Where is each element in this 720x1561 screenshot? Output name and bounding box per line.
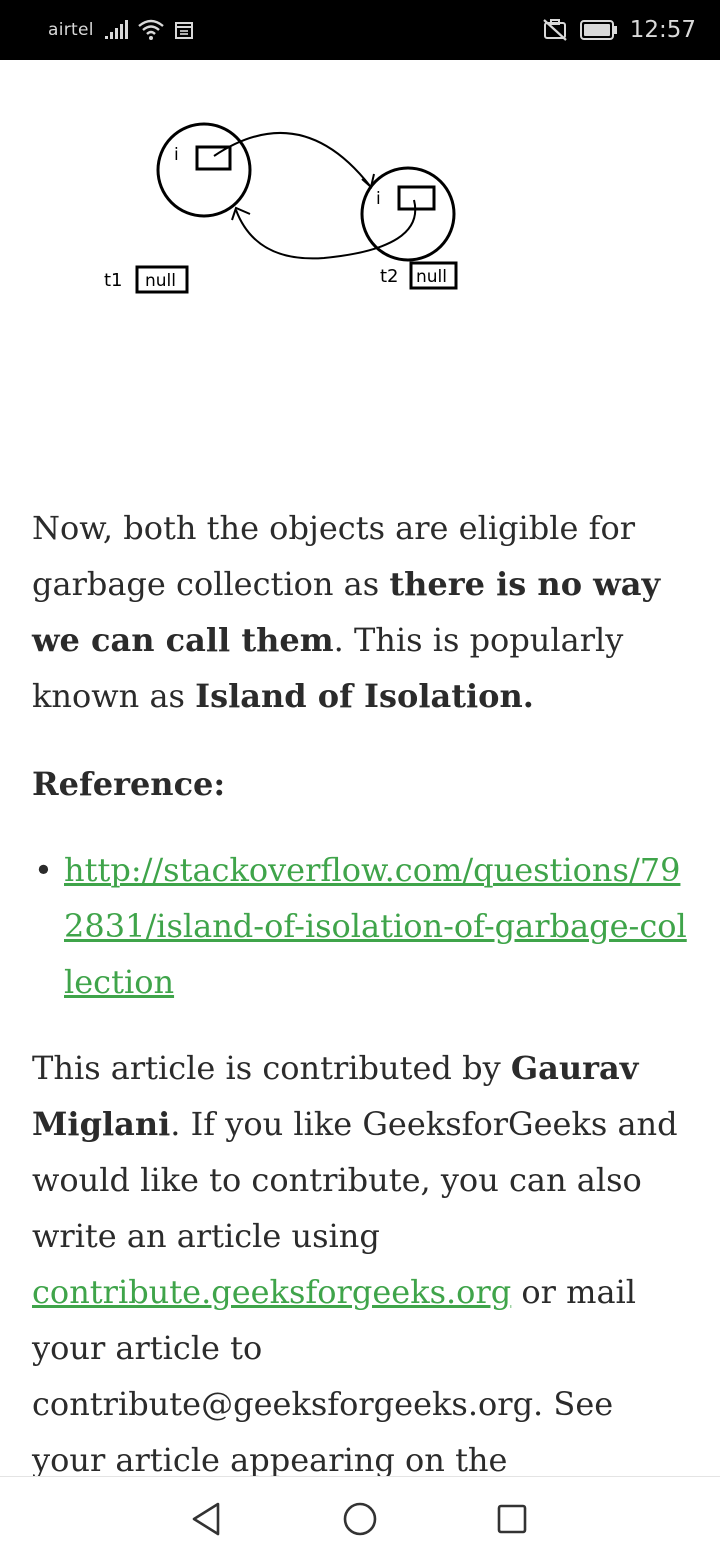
t2-label: t2 [380, 266, 399, 287]
arrowhead-2 [231, 206, 251, 221]
reference-list-item: • http://stackoverflow.com/questions/792… [32, 842, 692, 1010]
object2-field-box [397, 185, 436, 211]
object2-circle [360, 166, 456, 262]
navigation-bar [0, 1476, 720, 1561]
recents-icon [497, 1504, 527, 1534]
arrowhead-1 [361, 173, 375, 189]
reference-heading: Reference: [32, 756, 692, 812]
contribute-link[interactable]: contribute.geeksforgeeks.org [32, 1273, 511, 1311]
battery-icon [579, 20, 618, 40]
stackoverflow-reference-link[interactable]: http://stackoverflow.com/questions/79283… [64, 851, 687, 1001]
object2-field-label: i [376, 189, 381, 209]
back-button[interactable] [184, 1497, 228, 1541]
status-bar: airtel 12:57 [0, 0, 720, 60]
text-span: This article is contributed by [32, 1049, 511, 1087]
reference-arrow-2 [235, 199, 417, 260]
recents-button[interactable] [490, 1497, 534, 1541]
t2-value: null [416, 267, 447, 287]
bold-text-island-of-isolation: Island of Isolation. [195, 677, 534, 715]
t1-value: null [145, 271, 176, 291]
t2-reference: t2 null [380, 261, 458, 290]
bullet-icon: • [34, 851, 53, 889]
home-icon [343, 1502, 377, 1536]
carrier-name: airtel [48, 20, 94, 40]
no-sim-icon [542, 18, 568, 42]
t1-label: t1 [104, 270, 123, 291]
article-content[interactable]: i i t1 null t2 null Now, both the object… [0, 60, 720, 1476]
object1-field-label: i [174, 145, 179, 165]
wifi-icon [138, 19, 164, 41]
home-button[interactable] [338, 1497, 382, 1541]
signal-icon [104, 20, 128, 40]
clock: 12:57 [629, 17, 696, 43]
reference-heading-text: Reference: [32, 765, 226, 803]
calendar-icon [174, 20, 194, 40]
paragraph-contribution: This article is contributed by Gaurav Mi… [32, 1040, 692, 1476]
reference-arrow-1 [213, 131, 371, 187]
back-icon [192, 1502, 220, 1536]
paragraph-island-of-isolation: Now, both the objects are eligible for g… [32, 500, 692, 724]
article-body: Now, both the objects are eligible for g… [32, 500, 692, 1476]
